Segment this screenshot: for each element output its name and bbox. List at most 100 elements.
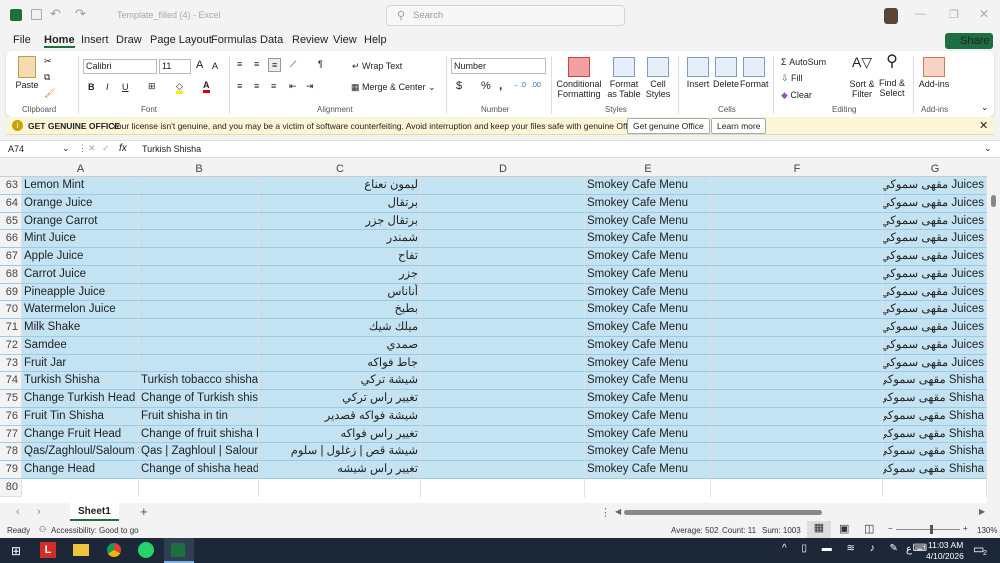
- cell-c[interactable]: تغيير راس تركي: [259, 390, 421, 408]
- cell-b[interactable]: [139, 230, 259, 248]
- number-format-select[interactable]: Number: [451, 58, 546, 74]
- cell-g[interactable]: Shisha مقهى سموكي: [883, 372, 987, 390]
- clear-button[interactable]: ◆ Clear: [781, 90, 812, 100]
- cell-f[interactable]: [711, 407, 883, 426]
- cell-b[interactable]: [139, 212, 259, 231]
- cell-f[interactable]: [711, 372, 883, 390]
- cell-d[interactable]: [421, 177, 585, 195]
- close-icon[interactable]: ✕: [979, 119, 988, 132]
- cell-b[interactable]: Change of shisha head: [139, 461, 259, 479]
- cell-f[interactable]: [711, 194, 883, 213]
- cell-b[interactable]: Turkish tobacco shisha: [139, 372, 259, 390]
- cell-a[interactable]: Fruit Jar: [22, 354, 139, 373]
- cell-d[interactable]: [421, 443, 585, 461]
- accessibility-status[interactable]: Accessibility: Good to go: [51, 526, 139, 535]
- cell-c[interactable]: تغيير راس شيشه: [259, 461, 421, 479]
- add-sheet-button[interactable]: +: [140, 504, 148, 519]
- page-break-view-icon[interactable]: ◫: [864, 522, 874, 535]
- zoom-slider-thumb[interactable]: [930, 525, 933, 534]
- cell-b[interactable]: [139, 354, 259, 373]
- enter-icon[interactable]: ✓: [102, 143, 110, 154]
- insert-cells-button[interactable]: Insert: [684, 57, 712, 89]
- input-language[interactable]: ع: [906, 544, 912, 555]
- scroll-left-icon[interactable]: ◀: [615, 507, 621, 516]
- avatar[interactable]: [884, 8, 898, 24]
- cell-a[interactable]: Pineapple Juice: [22, 283, 139, 302]
- column-header-b[interactable]: B: [139, 161, 259, 177]
- font-name-select[interactable]: Calibri: [83, 59, 157, 74]
- align-center-icon[interactable]: ≡: [254, 81, 259, 91]
- column-header-c[interactable]: C: [259, 161, 421, 177]
- select-all-corner[interactable]: [0, 161, 22, 177]
- lastpass-app-icon[interactable]: L: [40, 542, 56, 558]
- next-sheet-icon[interactable]: ›: [37, 506, 41, 518]
- cell-d[interactable]: [421, 390, 585, 408]
- page-layout-view-icon[interactable]: ▣: [839, 522, 849, 535]
- autosum-button[interactable]: Σ AutoSum: [781, 57, 826, 67]
- format-painter-icon[interactable]: 🖌: [44, 88, 55, 98]
- tab-file[interactable]: File: [13, 34, 31, 46]
- scroll-right-icon[interactable]: ▶: [979, 507, 985, 516]
- cell-a[interactable]: Orange Juice: [22, 194, 139, 213]
- undo-icon[interactable]: ↶: [50, 6, 61, 22]
- save-icon[interactable]: [31, 9, 42, 20]
- minimize-button[interactable]: —: [915, 8, 926, 20]
- cell-c[interactable]: ليمون نعناع: [259, 177, 421, 195]
- row-header[interactable]: 71: [0, 319, 22, 337]
- cell-d[interactable]: [421, 248, 585, 266]
- cell-g[interactable]: Juices مقهى سموكي: [883, 248, 987, 266]
- cell-d[interactable]: [421, 336, 585, 355]
- tab-formulas[interactable]: Formulas: [211, 34, 257, 46]
- cell-d[interactable]: [421, 425, 585, 444]
- cell-b[interactable]: Change of Turkish shisha head: [139, 390, 259, 408]
- align-top-icon[interactable]: ≡: [237, 59, 242, 69]
- cell-b[interactable]: [139, 248, 259, 266]
- row-header[interactable]: 65: [0, 212, 22, 231]
- cell-a[interactable]: Samdee: [22, 336, 139, 355]
- prev-sheet-icon[interactable]: ‹: [16, 506, 20, 518]
- cell-c[interactable]: جزر: [259, 265, 421, 284]
- column-header-g[interactable]: G: [883, 161, 987, 177]
- cell-f[interactable]: [711, 443, 883, 461]
- column-header-e[interactable]: E: [585, 161, 711, 177]
- format-as-table-button[interactable]: Format as Table: [605, 57, 643, 99]
- cell-g[interactable]: Juices مقهى سموكي: [883, 265, 987, 284]
- increase-font-icon[interactable]: A: [196, 60, 203, 71]
- cell-b[interactable]: [139, 319, 259, 337]
- tab-view[interactable]: View: [333, 34, 357, 46]
- italic-button[interactable]: I: [106, 82, 109, 92]
- cell-g[interactable]: Shisha مقهى سموكي: [883, 390, 987, 408]
- cell-f[interactable]: [711, 301, 883, 319]
- merge-center-button[interactable]: ▦ Merge & Center ⌄: [351, 82, 436, 92]
- cell-f[interactable]: [711, 212, 883, 231]
- cell-e[interactable]: Smokey Cafe Menu: [585, 390, 711, 408]
- cell-b[interactable]: Fruit shisha in tin: [139, 407, 259, 426]
- cell-a[interactable]: Qas/Zaghloul/Saloum Shisha: [22, 443, 173, 461]
- row-header[interactable]: 70: [0, 301, 22, 319]
- cell-e[interactable]: Smokey Cafe Menu: [585, 461, 711, 479]
- cell-g[interactable]: Juices مقهى سموكي: [883, 319, 987, 337]
- cell-a[interactable]: Change Fruit Head: [22, 425, 139, 444]
- cell-d[interactable]: [421, 301, 585, 319]
- cell-f[interactable]: [711, 283, 883, 302]
- cell-d[interactable]: [421, 230, 585, 248]
- cell-a[interactable]: Orange Carrot: [22, 212, 139, 231]
- tab-data[interactable]: Data: [260, 34, 283, 46]
- cell-g[interactable]: Juices مقهى سموكي: [883, 301, 987, 319]
- cell-g[interactable]: Juices مقهى سموكي: [883, 354, 987, 373]
- row-header[interactable]: 75: [0, 390, 22, 408]
- cell-d[interactable]: [421, 283, 585, 302]
- decrease-font-icon[interactable]: A: [212, 61, 218, 71]
- increase-decimal-icon[interactable]: ←.0: [513, 81, 526, 91]
- row-header[interactable]: 67: [0, 248, 22, 266]
- cell-f[interactable]: [711, 230, 883, 248]
- cell-g[interactable]: Juices مقهى سموكي: [883, 230, 987, 248]
- maximize-button[interactable]: ❐: [949, 8, 959, 21]
- font-size-select[interactable]: 11: [159, 59, 191, 74]
- collapse-ribbon-icon[interactable]: ⌄: [981, 102, 989, 112]
- cell-f[interactable]: [711, 336, 883, 355]
- file-explorer-icon[interactable]: [73, 544, 89, 556]
- cell-g[interactable]: Juices مقهى سموكي: [883, 212, 987, 231]
- cell-a[interactable]: Turkish Shisha: [22, 372, 139, 390]
- tab-review[interactable]: Review: [292, 34, 328, 46]
